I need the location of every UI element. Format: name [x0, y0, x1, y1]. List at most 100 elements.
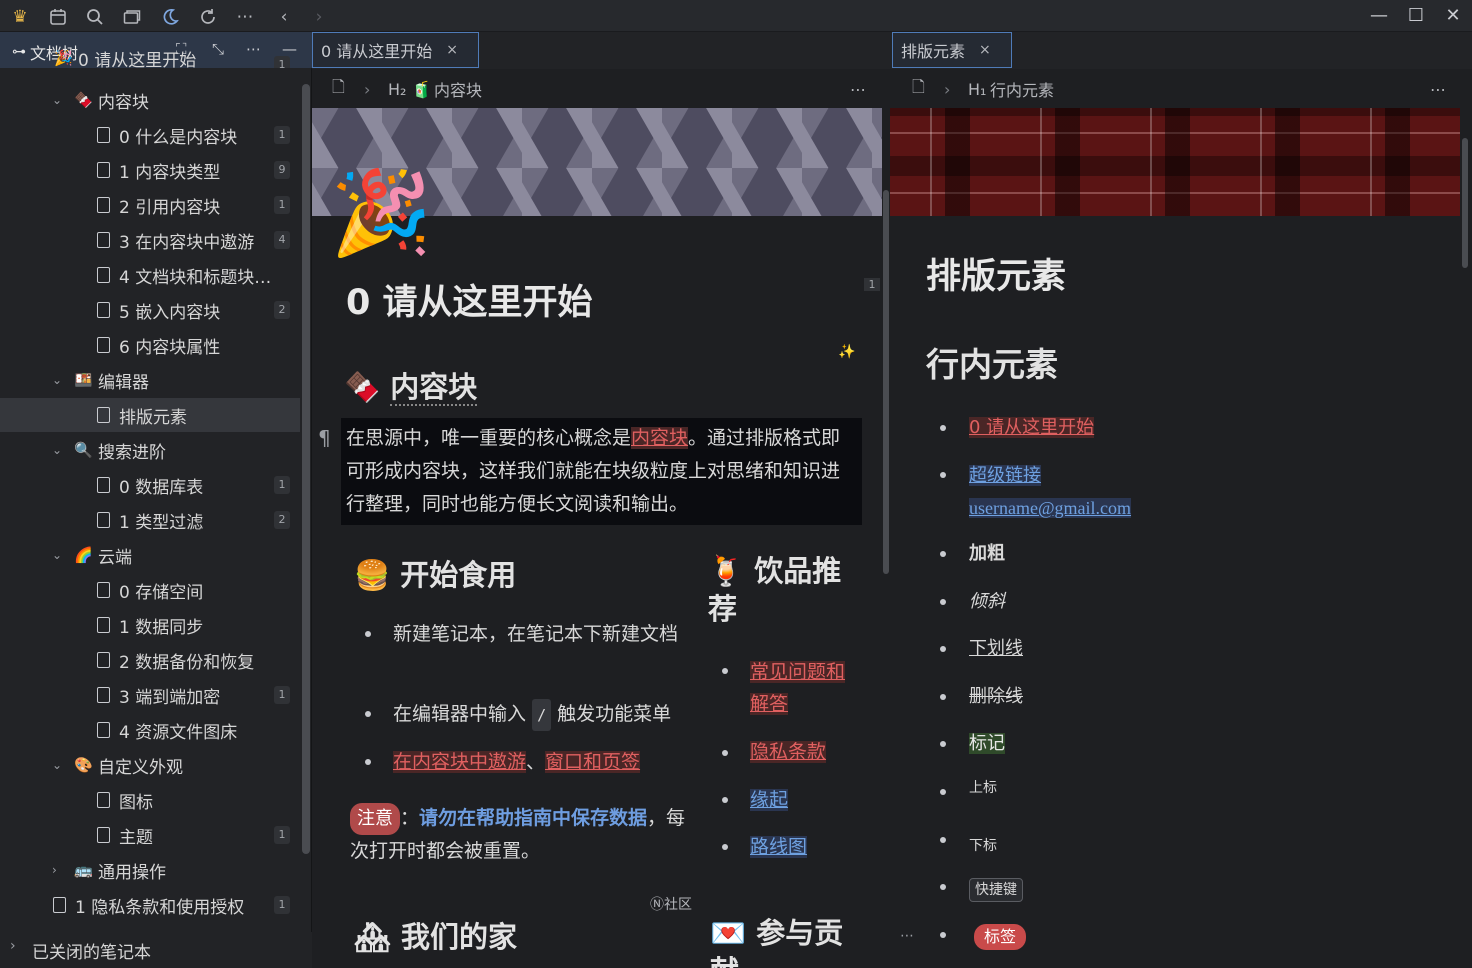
tree-item[interactable]: 4 资源文件图床	[0, 713, 300, 747]
list-item[interactable]: 超级链接 username@gmail.com	[969, 459, 1132, 525]
tree-item[interactable]: 3 在内容块中遨游 4	[0, 223, 300, 257]
tree-item[interactable]: 2 引用内容块 1	[0, 188, 300, 222]
list-item[interactable]: 路线图	[750, 831, 808, 863]
list-item[interactable]: 新建笔记本，在笔记本下新建文档	[393, 618, 683, 650]
tree-item[interactable]: ⌄ 🌈 云端	[0, 538, 300, 572]
sup-text[interactable]: 上标	[969, 772, 997, 804]
tree-item[interactable]: › 🚌 通用操作	[0, 853, 300, 887]
breadcrumb-item[interactable]: 行内元素	[990, 77, 1054, 101]
drag-handle-icon[interactable]: ⋯	[900, 928, 914, 944]
crown-icon[interactable]: ♛	[9, 6, 31, 28]
heading-inline-elements[interactable]: 行内元素	[926, 338, 1058, 386]
tree-item[interactable]: ⌄ 🔍 搜索进阶	[0, 433, 300, 467]
paragraph-block[interactable]: 在思源中，唯一重要的核心概念是内容块。通过排版格式即可形成内容块，这样我们就能在…	[341, 418, 862, 525]
chevron-down-icon[interactable]: ⌄	[52, 93, 62, 107]
more-icon[interactable]: ⋯	[850, 80, 866, 99]
more-icon[interactable]: ⋯	[234, 6, 256, 28]
chevron-down-icon[interactable]: ⌄	[52, 758, 62, 772]
heading-home[interactable]: 🏘 我们的家	[354, 914, 517, 956]
hyperlink[interactable]: 超级链接	[969, 465, 1041, 486]
list-item[interactable]: 标记	[969, 728, 1005, 760]
moon-icon[interactable]	[159, 6, 181, 28]
bold-text[interactable]: 加粗	[969, 538, 1005, 570]
doc-title[interactable]: 排版元素	[926, 248, 1066, 299]
tree-item[interactable]: 1 类型过滤 2	[0, 503, 300, 537]
list-item[interactable]: 在编辑器中输入 / 触发功能菜单	[393, 698, 713, 731]
block-ref[interactable]: 路线图	[750, 836, 808, 858]
tree-item[interactable]: 1 数据同步	[0, 608, 300, 642]
breadcrumb-item[interactable]: 内容块	[434, 77, 482, 101]
minimize-icon[interactable]: —	[1364, 5, 1394, 27]
tree-item[interactable]: ⌄ 🍫 内容块	[0, 83, 300, 117]
email-link[interactable]: username@gmail.com	[969, 498, 1132, 518]
tree-item[interactable]: 5 嵌入内容块 2	[0, 293, 300, 327]
back-icon[interactable]: ‹	[273, 6, 295, 28]
list-item[interactable]: 隐私条款	[750, 736, 827, 768]
window-icon[interactable]	[121, 6, 143, 28]
maximize-icon[interactable]: ☐	[1401, 5, 1431, 27]
community-label[interactable]: Ⓝ社区	[650, 894, 692, 914]
tree-item[interactable]: ⌄ 🎨 自定义外观	[0, 748, 300, 782]
tree-item[interactable]: 1 隐私条款和使用授权 1	[0, 888, 300, 922]
underline-text[interactable]: 下划线	[969, 633, 1023, 665]
tree-item[interactable]: 6 内容块属性	[0, 328, 300, 362]
doc-icon[interactable]: 🗋	[912, 76, 925, 103]
block-ref[interactable]: 常见问题和解答	[750, 661, 846, 715]
chevron-down-icon[interactable]: ⌄	[52, 548, 62, 562]
heading-get-started[interactable]: 🍔 开始食用	[354, 552, 516, 594]
strike-text[interactable]: 删除线	[969, 681, 1023, 713]
tab-start-here[interactable]: 0 请从这里开始 ×	[312, 32, 479, 68]
tree-item[interactable]: 🎉 0 请从这里开始 1	[0, 48, 300, 68]
tree-item[interactable]: 0 数据库表 1	[0, 468, 300, 502]
note-paragraph[interactable]: 注意 ：请勿在帮助指南中保存数据，每次打开时都会被重置。	[350, 802, 690, 867]
block-ref[interactable]: 缘起	[750, 789, 789, 811]
heading-join[interactable]: 💌 参与贡献	[710, 914, 850, 968]
heading-content-block[interactable]: 🍫 内容块	[344, 364, 478, 406]
tree-item[interactable]: 4 文档块和标题块的…	[0, 258, 300, 292]
list-item[interactable]: 常见问题和解答	[750, 656, 850, 720]
editor-scrollbar[interactable]	[883, 190, 889, 574]
tree-item[interactable]: 主题 1	[0, 818, 300, 852]
tree-item[interactable]: 排版元素	[0, 398, 300, 432]
chevron-down-icon[interactable]: ⌄	[52, 443, 62, 457]
tree-item[interactable]: 0 存储空间	[0, 573, 300, 607]
forward-icon[interactable]: ›	[308, 6, 330, 28]
block-ref[interactable]: 内容块	[631, 427, 689, 449]
list-item[interactable]: 标签	[974, 920, 1027, 952]
list-item[interactable]: 在内容块中遨游、窗口和页签	[393, 746, 713, 778]
list-item[interactable]: 快捷键	[969, 872, 1023, 904]
doc-icon[interactable]: 🗋	[332, 76, 345, 103]
chevron-down-icon[interactable]: ⌄	[52, 373, 62, 387]
sub-text[interactable]: 下标	[969, 830, 997, 862]
sidebar-scrollbar[interactable]	[302, 84, 310, 854]
tree-item[interactable]: 1 内容块类型 9	[0, 153, 300, 187]
tree-item[interactable]: 0 什么是内容块 1	[0, 118, 300, 152]
tree-item[interactable]: 3 端到端加密 1	[0, 678, 300, 712]
tree-item[interactable]: 图标	[0, 783, 300, 817]
sync-icon[interactable]	[197, 6, 219, 28]
list-item[interactable]: 缘起	[750, 784, 789, 816]
chevron-right-icon[interactable]: ›	[52, 863, 57, 877]
heading-drinks[interactable]: 🍹 饮品推荐	[708, 552, 858, 628]
italic-text[interactable]: 倾斜	[969, 586, 1005, 618]
block-ref[interactable]: 隐私条款	[750, 741, 827, 763]
more-icon[interactable]: ⋯	[1430, 80, 1446, 99]
list-item[interactable]: 0 请从这里开始	[969, 412, 1095, 444]
close-tab-icon[interactable]: ×	[979, 42, 991, 58]
calendar-icon[interactable]	[47, 6, 69, 28]
close-tab-icon[interactable]: ×	[446, 42, 458, 58]
search-icon[interactable]	[84, 6, 106, 28]
tab-typography[interactable]: 排版元素 ×	[892, 32, 1012, 68]
paragraph-icon[interactable]: ¶	[318, 426, 331, 450]
backlink-count[interactable]: 1	[864, 278, 880, 291]
tree-item[interactable]: ⌄ 🍱 编辑器	[0, 363, 300, 397]
tree-item[interactable]: 2 数据备份和恢复	[0, 643, 300, 677]
block-ref[interactable]: 在内容块中遨游	[393, 751, 527, 773]
closed-notebooks[interactable]: › 已关闭的笔记本	[0, 932, 312, 968]
tag[interactable]: 标签	[974, 924, 1027, 950]
editor-scrollbar[interactable]	[1462, 138, 1468, 268]
doc-title[interactable]: 0 请从这里开始	[346, 274, 593, 325]
block-ref[interactable]: 窗口和页签	[545, 751, 641, 773]
close-icon[interactable]: ✕	[1438, 5, 1468, 27]
block-ref[interactable]: 0 请从这里开始	[969, 417, 1095, 438]
